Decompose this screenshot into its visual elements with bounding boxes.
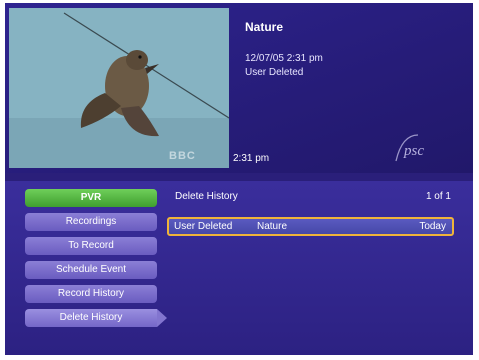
clock: 2:31 pm (233, 153, 270, 164)
program-status: User Deleted (245, 67, 304, 78)
program-datetime: 12/07/05 2:31 pm (245, 53, 323, 64)
sidebar-item-schedule-event[interactable]: Schedule Event (25, 261, 157, 279)
row-status: User Deleted (174, 221, 233, 232)
svg-text:psc: psc (403, 143, 424, 159)
psc-logo: psc (395, 134, 424, 162)
pvr-header[interactable]: PVR (25, 189, 157, 207)
row-date: Today (419, 221, 446, 232)
pvr-menu-panel: PVR Recordings To Record Schedule Event … (5, 181, 473, 355)
tv-screen: BBC Nature 12/07/05 2:31 pm User Deleted… (5, 3, 473, 355)
sidebar-item-record-history[interactable]: Record History (25, 285, 157, 303)
row-title: Nature (257, 221, 288, 232)
sidebar-item-delete-history[interactable]: Delete History (25, 309, 167, 327)
sidebar-item-recordings[interactable]: Recordings (25, 213, 157, 231)
channel-watermark: BBC (169, 150, 196, 162)
page-indicator: 1 of 1 (425, 191, 451, 202)
list-item[interactable]: User Deleted Nature Today (167, 217, 454, 236)
sidebar-item-to-record[interactable]: To Record (25, 237, 157, 255)
video-preview[interactable]: BBC (9, 8, 229, 168)
info-panel: BBC Nature 12/07/05 2:31 pm User Deleted… (5, 3, 473, 173)
program-title: Nature (245, 20, 284, 34)
bird-image (9, 8, 229, 168)
pvr-sidebar: PVR Recordings To Record Schedule Event … (25, 189, 167, 333)
list-title: Delete History (175, 191, 238, 202)
